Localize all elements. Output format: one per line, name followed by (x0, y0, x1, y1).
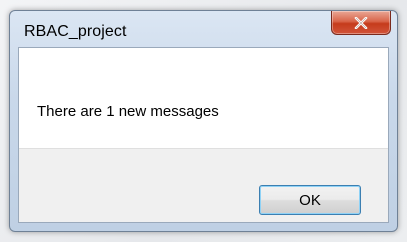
message-area: There are 1 new messages (19, 48, 388, 148)
close-icon (354, 16, 368, 29)
window-title: RBAC_project (24, 23, 127, 40)
ok-button[interactable]: OK (259, 185, 361, 215)
button-bar: OK (19, 148, 388, 222)
message-dialog: RBAC_project There are 1 new messages OK (9, 10, 398, 232)
dialog-content: There are 1 new messages OK (18, 47, 389, 223)
message-text: There are 1 new messages (37, 103, 219, 120)
title-bar[interactable]: RBAC_project (10, 11, 397, 47)
close-button[interactable] (331, 11, 391, 35)
